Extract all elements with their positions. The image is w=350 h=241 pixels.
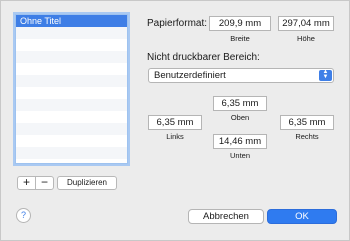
add-button[interactable]: +	[17, 176, 36, 190]
list-item[interactable]	[16, 27, 127, 39]
margin-preset-select[interactable]: Benutzerdefiniert ▲ ▼	[148, 68, 334, 83]
list-item[interactable]	[16, 135, 127, 147]
custom-paper-size-dialog: Ohne Titel + − Duplizieren Papierformat:…	[0, 0, 350, 241]
list-item[interactable]: Ohne Titel	[16, 15, 127, 27]
help-icon[interactable]: ?	[16, 208, 31, 223]
ok-button[interactable]: OK	[267, 209, 337, 224]
margin-top-field[interactable]: 6,35 mm	[213, 96, 267, 111]
paper-size-list[interactable]: Ohne Titel	[13, 12, 130, 166]
list-item[interactable]	[16, 99, 127, 111]
remove-button[interactable]: −	[35, 176, 54, 190]
paper-size-label: Papierformat:	[147, 18, 208, 29]
chevron-updown-icon: ▲ ▼	[319, 69, 332, 81]
list-item[interactable]	[16, 51, 127, 63]
paper-height-field[interactable]: 297,04 mm	[278, 16, 334, 31]
duplicate-button[interactable]: Duplizieren	[57, 176, 117, 190]
width-caption: Breite	[230, 34, 250, 43]
list-item[interactable]	[16, 63, 127, 75]
margin-bottom-caption: Unten	[229, 151, 250, 160]
margin-right-field[interactable]: 6,35 mm	[280, 115, 334, 130]
height-caption: Höhe	[297, 34, 315, 43]
margin-right-caption: Rechts	[295, 132, 319, 141]
list-item[interactable]	[16, 123, 127, 135]
margin-left-caption: Links	[166, 132, 184, 141]
margin-top-caption: Oben	[230, 113, 250, 122]
paper-width-field[interactable]: 209,9 mm	[209, 16, 271, 31]
list-item[interactable]	[16, 159, 127, 163]
margin-bottom-field[interactable]: 14,46 mm	[213, 134, 267, 149]
margin-preset-value: Benutzerdefiniert	[154, 70, 226, 81]
list-item[interactable]	[16, 111, 127, 123]
list-item[interactable]	[16, 39, 127, 51]
margin-left-field[interactable]: 6,35 mm	[148, 115, 202, 130]
cancel-button[interactable]: Abbrechen	[188, 209, 264, 224]
list-item[interactable]	[16, 87, 127, 99]
list-item[interactable]	[16, 147, 127, 159]
non-printable-area-label: Nicht druckbarer Bereich:	[147, 52, 260, 63]
list-item[interactable]	[16, 75, 127, 87]
